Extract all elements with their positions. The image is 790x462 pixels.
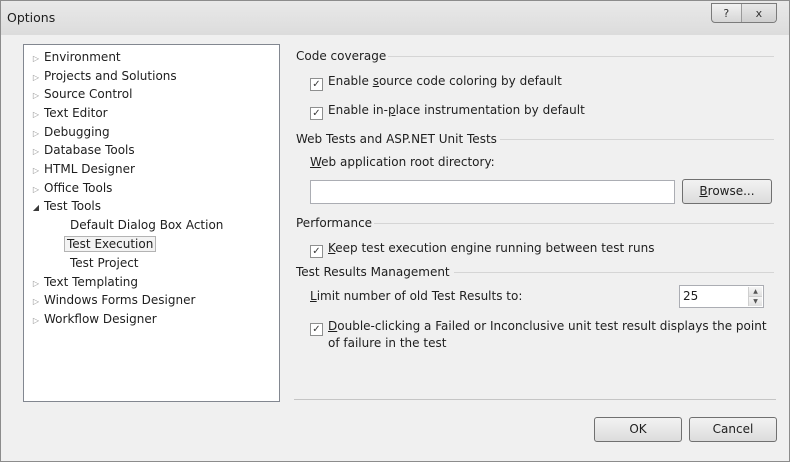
spin-buttons: ▲ ▼ [748, 287, 762, 306]
options-dialog: Options ? x ▷ Environment ▷ Projects and S… [0, 0, 790, 462]
tree-item-default-dialog-box-action[interactable]: Default Dialog Box Action [68, 216, 225, 234]
web-root-label: Web application root directory: [310, 153, 495, 171]
tree-item-label: Test Project [70, 256, 139, 270]
label-text: eep test execution engine running betwee… [335, 241, 655, 255]
help-button[interactable]: ? [712, 4, 741, 22]
tree-item-projects-and-solutions[interactable]: ▷ Projects and Solutions [28, 67, 177, 85]
tree-item-test-project[interactable]: Test Project [68, 254, 141, 272]
access-key: p [387, 103, 396, 117]
expand-arrow-icon[interactable]: ▷ [28, 143, 44, 161]
button-label: Cancel [712, 422, 754, 436]
expand-arrow-icon[interactable]: ▷ [28, 50, 44, 68]
checkbox-source-code-coloring[interactable]: ✓ Enable source code coloring by default [310, 72, 562, 91]
expand-arrow-icon[interactable]: ▷ [28, 293, 44, 311]
label-text: Enable in- [328, 103, 388, 117]
group-web-tests: Web Tests and ASP.NET Unit Tests [296, 131, 776, 147]
group-code-coverage: Code coverage [296, 48, 776, 64]
group-test-results-management: Test Results Management [296, 264, 776, 280]
checkbox-double-click-failure[interactable]: ✓ Double-clicking a Failed or Inconclusiv… [310, 317, 767, 336]
tree-item-office-tools[interactable]: ▷ Office Tools [28, 179, 112, 197]
tree-item-label: Office Tools [44, 181, 113, 195]
stepper-value: 25 [683, 289, 699, 303]
access-key: W [310, 155, 322, 169]
dialog-title: Options [7, 10, 56, 25]
expand-arrow-icon[interactable]: ▷ [28, 312, 44, 330]
tree-item-database-tools[interactable]: ▷ Database Tools [28, 141, 135, 159]
tree-item-label: Windows Forms Designer [44, 293, 196, 307]
tree-item-label: Database Tools [44, 143, 135, 157]
ok-button[interactable]: OK [594, 417, 682, 442]
spin-down-icon[interactable]: ▼ [749, 296, 762, 306]
access-key: B [699, 184, 708, 198]
tree-item-label: Test Execution [64, 236, 157, 252]
checkbox-double-click-failure-line2: of failure in the test [328, 334, 446, 352]
spin-up-icon[interactable]: ▲ [749, 287, 762, 296]
tree-item-label: Text Editor [44, 106, 108, 120]
tree-item-test-execution[interactable]: Test Execution [64, 235, 157, 253]
help-icon: ? [723, 6, 730, 20]
tree-item-test-tools[interactable]: ◢ Test Tools [28, 197, 101, 215]
group-divider [374, 223, 774, 224]
label-text: ource code coloring by default [378, 74, 562, 88]
tree-item-html-designer[interactable]: ▷ HTML Designer [28, 160, 135, 178]
button-label: OK [629, 422, 647, 436]
cancel-button[interactable]: Cancel [689, 417, 777, 442]
label-text: of failure in the test [328, 336, 447, 350]
tree-item-workflow-designer[interactable]: ▷ Workflow Designer [28, 310, 157, 328]
label-text: imit number of old Test Results to: [316, 289, 523, 303]
group-header: Web Tests and ASP.NET Unit Tests [296, 132, 497, 146]
settings-panel: Code coverage ✓ Enable source code colori… [296, 45, 776, 385]
tree-item-windows-forms-designer[interactable]: ▷ Windows Forms Designer [28, 291, 196, 311]
label-text: lace instrumentation by default [395, 103, 585, 117]
check-icon[interactable]: ✓ [310, 107, 323, 120]
close-button[interactable]: x [740, 4, 776, 22]
label-text: Enable [328, 74, 373, 88]
access-key: L [310, 289, 317, 303]
collapse-arrow-icon[interactable]: ◢ [28, 199, 44, 217]
tree-item-text-editor[interactable]: ▷ Text Editor [28, 104, 108, 122]
checkbox-keep-engine-running[interactable]: ✓ Keep test execution engine running betw… [310, 239, 655, 258]
check-icon[interactable]: ✓ [310, 78, 323, 91]
check-icon[interactable]: ✓ [310, 323, 323, 336]
group-header: Performance [296, 216, 373, 230]
button-label: rowse... [707, 184, 755, 198]
footer-divider [294, 399, 776, 400]
expand-arrow-icon[interactable]: ▷ [28, 87, 44, 105]
tree-item-environment[interactable]: ▷ Environment [28, 48, 121, 66]
title-buttons: ? x [711, 3, 777, 23]
tree-item-label: Debugging [44, 125, 110, 139]
group-divider [454, 272, 774, 273]
tree-item-debugging[interactable]: ▷ Debugging [28, 123, 110, 141]
checkbox-in-place-instrumentation[interactable]: ✓ Enable in-place instrumentation by defa… [310, 101, 585, 120]
group-header: Code coverage [296, 49, 387, 63]
tree-item-label: HTML Designer [44, 162, 135, 176]
expand-arrow-icon[interactable]: ▷ [28, 106, 44, 124]
group-header: Test Results Management [296, 265, 450, 279]
browse-button[interactable]: Browse... [682, 179, 772, 204]
group-divider [388, 56, 774, 57]
tree-item-label: Test Tools [44, 199, 102, 213]
limit-results-label: Limit number of old Test Results to: [310, 287, 522, 305]
tree-item-label: Environment [44, 50, 121, 64]
check-icon[interactable]: ✓ [310, 245, 323, 258]
group-performance: Performance [296, 215, 776, 231]
results-limit-stepper[interactable]: 25 ▲ ▼ [679, 285, 764, 308]
tree-item-label: Source Control [44, 87, 133, 101]
tree-item-text-templating[interactable]: ▷ Text Templating [28, 273, 138, 291]
label-text: eb application root directory: [321, 155, 495, 169]
tree-item-label: Projects and Solutions [44, 69, 177, 83]
group-divider [500, 139, 774, 140]
expand-arrow-icon[interactable]: ▷ [28, 162, 44, 180]
tree-item-label: Text Templating [44, 275, 139, 289]
close-icon: x [755, 6, 763, 20]
title-bar: Options ? x [1, 1, 789, 35]
label-text: ouble-clicking a Failed or Inconclusive … [337, 319, 767, 333]
tree-item-label: Workflow Designer [44, 312, 157, 326]
access-key: D [328, 319, 338, 333]
tree-item-source-control[interactable]: ▷ Source Control [28, 85, 132, 103]
tree-item-label: Default Dialog Box Action [70, 218, 224, 232]
web-root-directory-input[interactable] [310, 180, 675, 204]
options-tree[interactable]: ▷ Environment ▷ Projects and Solutions ▷ So… [23, 44, 280, 402]
